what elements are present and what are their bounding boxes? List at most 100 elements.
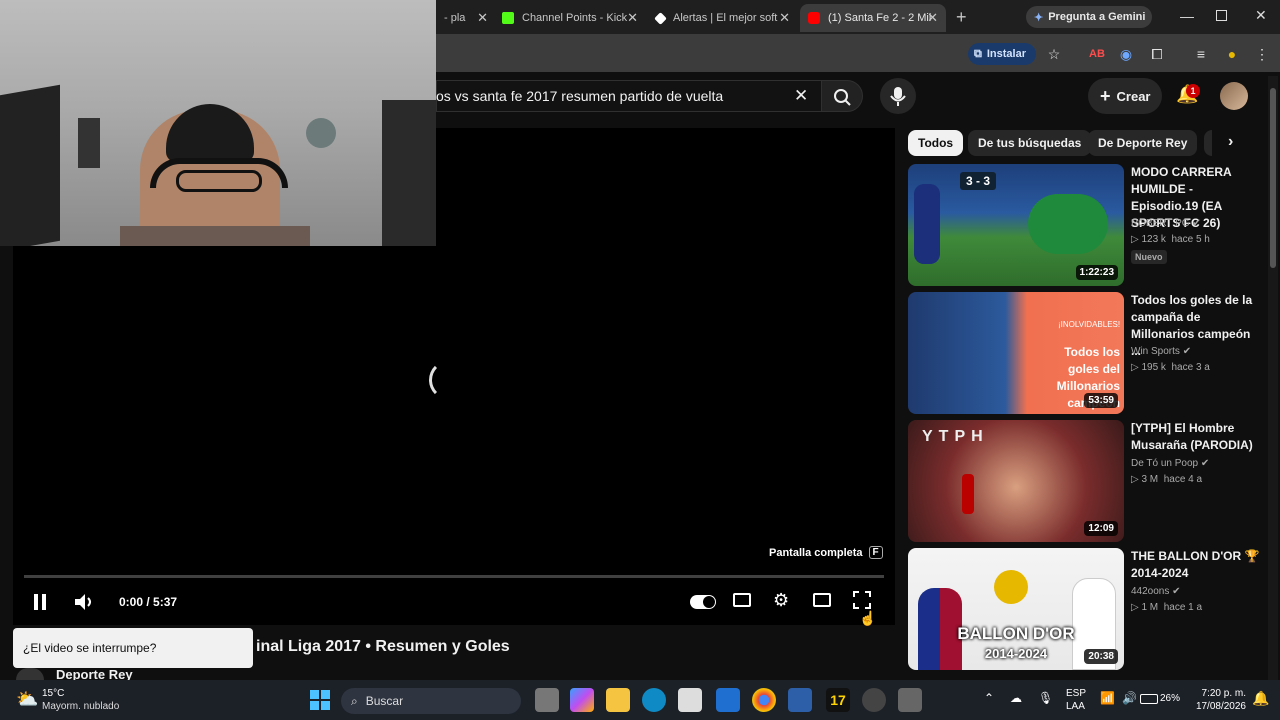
video-title[interactable]: THE BALLON D'OR 🏆 2014-2024 bbox=[1131, 548, 1261, 582]
chrome-icon[interactable] bbox=[752, 688, 776, 712]
video-stats: ▷ 195 k hace 3 a bbox=[1131, 362, 1210, 373]
page-scrollbar[interactable] bbox=[1268, 76, 1278, 680]
fullscreen-tooltip: Pantalla completa F bbox=[769, 546, 883, 559]
create-button[interactable]: + Crear bbox=[1088, 78, 1162, 114]
alertas-icon bbox=[654, 11, 667, 25]
thumb-text: YTPH bbox=[922, 428, 989, 445]
search-button[interactable] bbox=[821, 80, 863, 112]
duration-badge: 12:09 bbox=[1084, 521, 1118, 536]
chip-todos[interactable]: Todos bbox=[908, 130, 964, 156]
close-icon[interactable]: ✕ bbox=[627, 10, 638, 26]
channel-avatar[interactable] bbox=[16, 668, 44, 680]
extension-ad-icon[interactable]: AB bbox=[1087, 44, 1107, 64]
video-channel: De Tó un Poop ✔ bbox=[1131, 458, 1210, 469]
seventeen-app-icon[interactable]: 17 bbox=[826, 688, 850, 712]
clock-date[interactable]: 17/08/2026 bbox=[1186, 701, 1246, 712]
wifi-icon[interactable]: 📶 bbox=[1100, 691, 1115, 705]
close-window-icon[interactable]: ✕ bbox=[1255, 7, 1267, 24]
clear-search-icon[interactable]: ✕ bbox=[794, 86, 808, 106]
search-icon bbox=[834, 89, 851, 106]
search-value: os vs santa fe 2017 resumen partido de v… bbox=[436, 88, 724, 104]
settings-gear-icon[interactable]: ⚙ bbox=[773, 590, 789, 611]
interrupt-prompt[interactable]: ¿El video se interrumpe? bbox=[13, 628, 253, 668]
extension-audio-icon[interactable]: ◉ bbox=[1116, 44, 1136, 64]
menu-dots-icon[interactable]: ⋮ bbox=[1252, 44, 1272, 64]
task-view-icon[interactable] bbox=[535, 688, 559, 712]
install-button[interactable]: ⧉ Instalar bbox=[968, 43, 1036, 65]
voice-search-button[interactable] bbox=[880, 78, 916, 114]
taskbar-search[interactable]: ⌕ Buscar bbox=[341, 688, 521, 714]
windows-start-icon[interactable] bbox=[310, 690, 330, 715]
app-icon[interactable] bbox=[788, 688, 812, 712]
new-badge: Nuevo bbox=[1131, 250, 1167, 264]
bookmark-star-icon[interactable]: ☆ bbox=[1044, 44, 1064, 64]
chevron-up-icon[interactable]: ⌃ bbox=[984, 691, 994, 705]
close-icon[interactable]: ✕ bbox=[779, 10, 790, 26]
avatar[interactable] bbox=[1220, 82, 1248, 110]
file-explorer-icon[interactable] bbox=[606, 688, 630, 712]
progress-bar[interactable] bbox=[24, 575, 884, 578]
video-thumbnail[interactable]: YTPH 12:09 bbox=[908, 420, 1124, 542]
edge-icon[interactable] bbox=[642, 688, 666, 712]
channel-name[interactable]: Deporte Rey bbox=[56, 667, 133, 680]
ball-icon bbox=[994, 570, 1028, 604]
battery-icon[interactable] bbox=[1140, 694, 1158, 704]
verified-icon: ✔ bbox=[1192, 218, 1201, 229]
chip-partial[interactable] bbox=[1204, 130, 1212, 156]
video-channel: 442oons ✔ bbox=[1131, 586, 1181, 597]
store-icon[interactable] bbox=[678, 688, 702, 712]
weather-icon[interactable]: ⛅ bbox=[16, 689, 38, 710]
obs-icon[interactable] bbox=[862, 688, 886, 712]
gemini-button[interactable]: ✦ Pregunta a Gemini bbox=[1026, 6, 1152, 28]
notification-badge: 1 bbox=[1186, 84, 1200, 98]
time-display: 0:00 / 5:37 bbox=[119, 595, 178, 609]
cloud-icon[interactable]: ☁ bbox=[1010, 691, 1022, 705]
extensions-icon[interactable]: ⧠ bbox=[1147, 44, 1167, 64]
tab-pla[interactable]: - pla ✕ bbox=[436, 4, 496, 32]
tab-alertas[interactable]: Alertas | El mejor soft ✕ bbox=[648, 4, 798, 32]
loading-spinner bbox=[429, 360, 469, 400]
new-tab-button[interactable]: + bbox=[956, 7, 967, 28]
verified-icon: ✔ bbox=[1182, 346, 1192, 357]
youtube-icon bbox=[808, 12, 820, 24]
volume-icon[interactable]: 🔊 bbox=[1122, 691, 1137, 705]
copilot-icon[interactable] bbox=[570, 688, 594, 712]
notification-icon[interactable]: 🔔 bbox=[1252, 690, 1269, 707]
minimize-icon[interactable]: — bbox=[1180, 8, 1194, 24]
chip-busquedas[interactable]: De tus búsquedas bbox=[968, 130, 1092, 156]
profile-icon[interactable]: ● bbox=[1222, 44, 1242, 64]
outlook-icon[interactable] bbox=[716, 688, 740, 712]
chip-deporte-rey[interactable]: De Deporte Rey bbox=[1088, 130, 1198, 156]
theater-mode-icon[interactable] bbox=[813, 593, 831, 607]
close-icon[interactable]: ✕ bbox=[927, 10, 938, 26]
maximize-icon[interactable] bbox=[1216, 10, 1227, 21]
shirt-shape bbox=[120, 226, 310, 246]
tab-label: - pla bbox=[444, 12, 466, 24]
chevron-right-icon[interactable]: › bbox=[1228, 133, 1233, 151]
sidebar-video[interactable]: YTPH 12:09 [YTPH] El Hombre Musaraña (PA… bbox=[908, 420, 1278, 542]
thumb-subtitle: ¡INOLVIDABLES! bbox=[1058, 320, 1121, 329]
weather-temp: 15°C bbox=[42, 688, 65, 699]
video-thumbnail[interactable]: 3 - 3 1:22:23 bbox=[908, 164, 1124, 286]
video-thumbnail[interactable]: BALLON D'OR 2014-2024 20:38 bbox=[908, 548, 1124, 670]
language-layout[interactable]: LAA bbox=[1066, 701, 1085, 712]
close-icon[interactable]: ✕ bbox=[477, 10, 488, 26]
sidebar-video[interactable]: ¡INOLVIDABLES! Todos los goles del Millo… bbox=[908, 292, 1278, 414]
tab-youtube[interactable]: (1) Santa Fe 2 - 2 Mil ✕ bbox=[800, 4, 946, 32]
settings-icon[interactable] bbox=[898, 688, 922, 712]
tab-kick[interactable]: Channel Points - Kick ✕ bbox=[494, 4, 646, 32]
mic-icon[interactable]: 🎙 bbox=[1038, 691, 1053, 705]
sidebar-video[interactable]: 3 - 3 1:22:23 MODO CARRERA HUMILDE - Epi… bbox=[908, 164, 1278, 286]
sidebar-video[interactable]: BALLON D'OR 2014-2024 20:38 THE BALLON D… bbox=[908, 548, 1278, 670]
language-code[interactable]: ESP bbox=[1066, 688, 1086, 699]
autoplay-toggle[interactable] bbox=[690, 595, 716, 609]
volume-icon[interactable] bbox=[73, 593, 95, 616]
windows-taskbar bbox=[0, 680, 1280, 720]
video-title[interactable]: [YTPH] El Hombre Musaraña (PARODIA) bbox=[1131, 420, 1261, 454]
subtitles-icon[interactable] bbox=[733, 593, 751, 607]
video-thumbnail[interactable]: ¡INOLVIDABLES! Todos los goles del Millo… bbox=[908, 292, 1124, 414]
media-control-icon[interactable]: ≡ bbox=[1191, 44, 1211, 64]
pause-icon[interactable] bbox=[33, 594, 47, 610]
clock-time[interactable]: 7:20 p. m. bbox=[1190, 688, 1246, 699]
verified-icon: ✔ bbox=[1172, 586, 1181, 597]
